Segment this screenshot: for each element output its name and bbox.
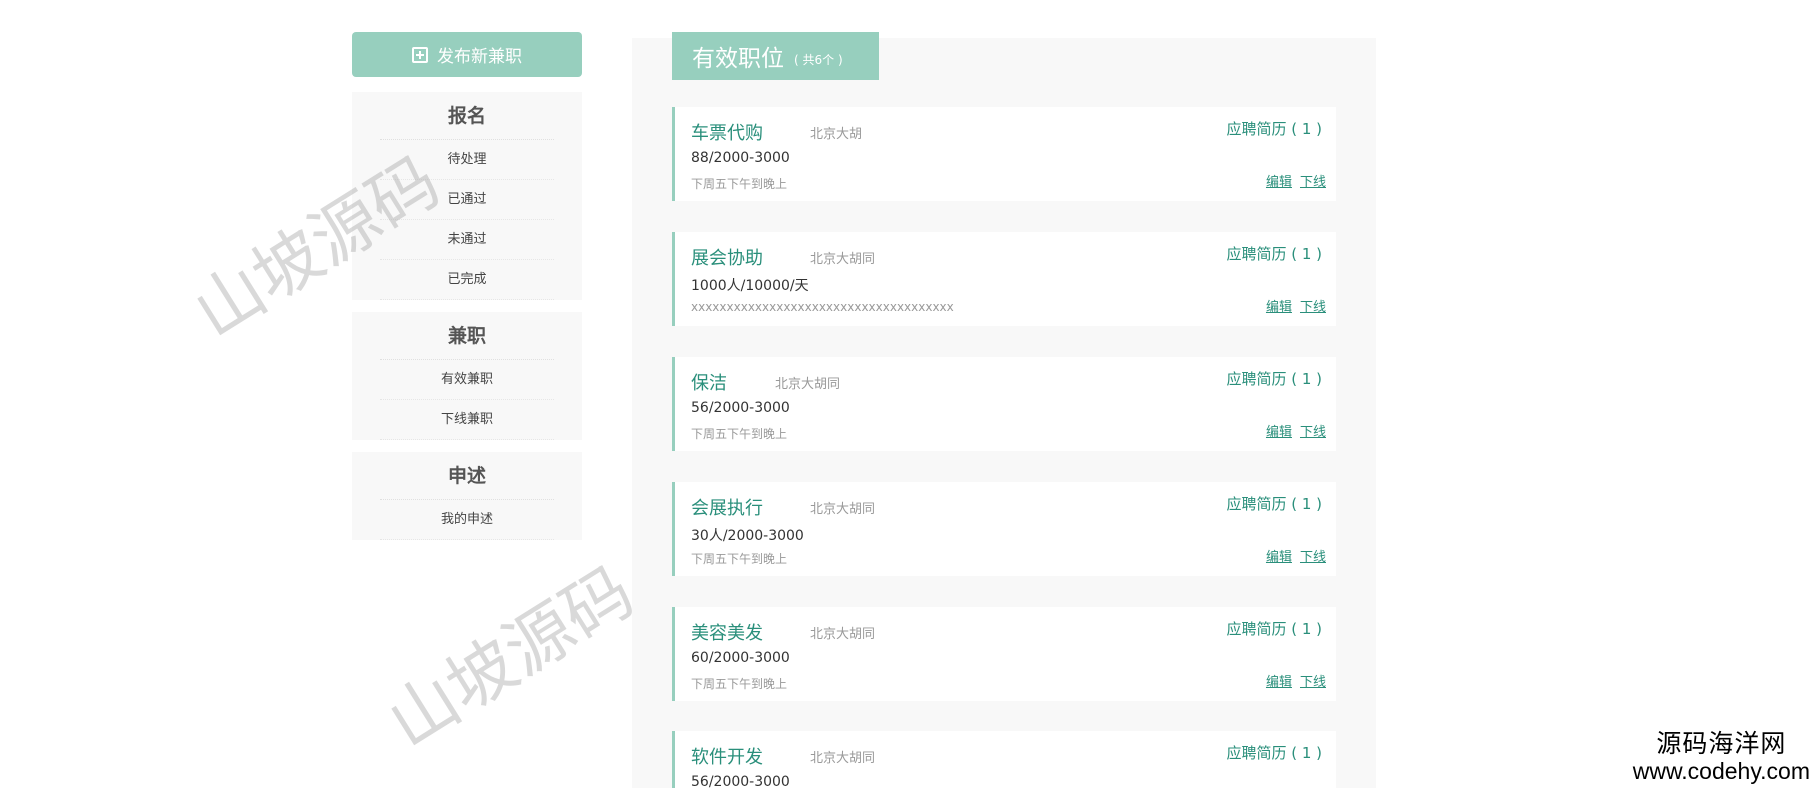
job-actions: 编辑 下线 [1258, 546, 1326, 565]
job-actions: 编辑 下线 [1258, 171, 1326, 190]
job-pay: 30人/2000-3000 [691, 528, 804, 544]
job-title[interactable]: 保洁 [691, 369, 727, 395]
job-location: 北京大胡同 [810, 627, 876, 642]
sidebar-item-active-jobs[interactable]: 有效兼职 [380, 360, 554, 400]
sidebar-item-rejected[interactable]: 未通过 [380, 220, 554, 260]
job-card: 会展执行 北京大胡同 应聘简历 ( 1 ) 30人/2000-3000 下周五下… [672, 482, 1336, 576]
edit-link[interactable]: 编辑 [1266, 175, 1292, 190]
sidebar-item-approved[interactable]: 已通过 [380, 180, 554, 220]
job-time: 下周五下午到晚上 [691, 427, 788, 441]
edit-link[interactable]: 编辑 [1266, 425, 1292, 440]
job-pay: 56/2000-3000 [691, 774, 790, 788]
sidebar-item-pending[interactable]: 待处理 [380, 140, 554, 180]
edit-link[interactable]: 编辑 [1266, 300, 1292, 315]
job-location: 北京大胡同 [810, 502, 876, 517]
offline-link[interactable]: 下线 [1300, 300, 1326, 315]
panel-tab: 有效职位 ( 共6个 ) [672, 32, 879, 80]
sidebar-group-title: 兼职 [380, 312, 554, 360]
job-pay: 60/2000-3000 [691, 650, 790, 666]
offline-link[interactable]: 下线 [1300, 175, 1326, 190]
sidebar-item-offline-jobs[interactable]: 下线兼职 [380, 400, 554, 440]
job-pay: 88/2000-3000 [691, 150, 790, 166]
resume-count-link[interactable]: 应聘简历 ( 1 ) [1226, 493, 1322, 514]
sidebar-item-completed[interactable]: 已完成 [380, 260, 554, 300]
sidebar-group-parttime: 兼职 有效兼职 下线兼职 [352, 312, 582, 440]
sidebar-group-appeal: 申述 我的申述 [352, 452, 582, 540]
job-location: 北京大胡同 [775, 377, 841, 392]
resume-count-link[interactable]: 应聘简历 ( 1 ) [1226, 118, 1322, 139]
job-pay: 1000人/10000/天 [691, 278, 809, 294]
job-title[interactable]: 美容美发 [691, 619, 763, 645]
job-card: 软件开发 北京大胡同 应聘简历 ( 1 ) 56/2000-3000 [672, 731, 1336, 788]
offline-link[interactable]: 下线 [1300, 425, 1326, 440]
sidebar-group-title: 申述 [380, 452, 554, 500]
plus-square-icon [412, 46, 428, 63]
resume-count-link[interactable]: 应聘简历 ( 1 ) [1226, 618, 1322, 639]
resume-count-link[interactable]: 应聘简历 ( 1 ) [1226, 243, 1322, 264]
sidebar-group-title: 报名 [380, 92, 554, 140]
offline-link[interactable]: 下线 [1300, 675, 1326, 690]
sidebar-group-signup: 报名 待处理 已通过 未通过 已完成 [352, 92, 582, 300]
job-title[interactable]: 会展执行 [691, 494, 763, 520]
offline-link[interactable]: 下线 [1300, 550, 1326, 565]
job-time: 下周五下午到晚上 [691, 177, 788, 191]
job-time: 下周五下午到晚上 [691, 677, 788, 691]
job-time: 下周五下午到晚上 [691, 552, 788, 566]
publish-new-job-button[interactable]: 发布新兼职 [352, 32, 582, 77]
job-card: 展会协助 北京大胡同 应聘简历 ( 1 ) 1000人/10000/天 xxxx… [672, 232, 1336, 326]
publish-new-job-label: 发布新兼职 [437, 47, 522, 67]
job-title[interactable]: 展会协助 [691, 244, 763, 270]
job-card: 保洁 北京大胡同 应聘简历 ( 1 ) 56/2000-3000 下周五下午到晚… [672, 357, 1336, 451]
sidebar-item-my-appeals[interactable]: 我的申述 [380, 500, 554, 540]
resume-count-link[interactable]: 应聘简历 ( 1 ) [1226, 742, 1322, 763]
job-actions: 编辑 下线 [1258, 296, 1326, 315]
job-location: 北京大胡 [810, 127, 863, 142]
corner-logo: 源码海洋网 www.codehy.com [1633, 730, 1810, 784]
job-location: 北京大胡同 [810, 751, 876, 766]
job-title[interactable]: 软件开发 [691, 743, 763, 769]
job-card: 美容美发 北京大胡同 应聘简历 ( 1 ) 60/2000-3000 下周五下午… [672, 607, 1336, 701]
job-title[interactable]: 车票代购 [691, 119, 763, 145]
corner-logo-title: 源码海洋网 [1656, 730, 1787, 758]
job-actions: 编辑 下线 [1258, 671, 1326, 690]
edit-link[interactable]: 编辑 [1266, 550, 1292, 565]
panel-count: ( 共6个 ) [794, 52, 843, 67]
job-actions: 编辑 下线 [1258, 421, 1326, 440]
job-card: 车票代购 北京大胡 应聘简历 ( 1 ) 88/2000-3000 下周五下午到… [672, 107, 1336, 201]
watermark-text: 山坡源码 [375, 552, 648, 764]
edit-link[interactable]: 编辑 [1266, 675, 1292, 690]
job-location: 北京大胡同 [810, 252, 876, 267]
corner-logo-url: www.codehy.com [1632, 758, 1810, 784]
job-time: xxxxxxxxxxxxxxxxxxxxxxxxxxxxxxxxxxxxx [691, 300, 954, 314]
panel-title: 有效职位 [692, 46, 784, 72]
resume-count-link[interactable]: 应聘简历 ( 1 ) [1226, 368, 1322, 389]
job-pay: 56/2000-3000 [691, 400, 790, 416]
